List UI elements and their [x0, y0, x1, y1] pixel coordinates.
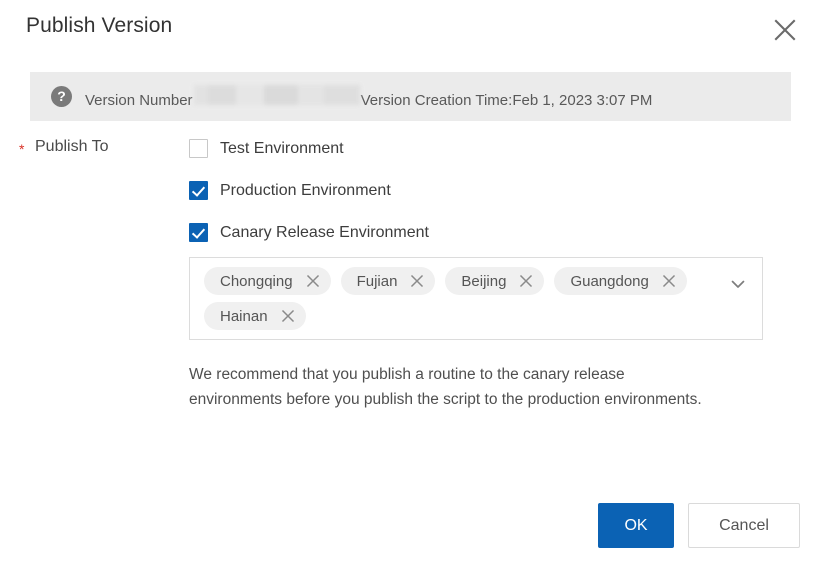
- version-info-text: Version Number Version Creation Time:Feb …: [85, 85, 652, 109]
- required-asterisk: *: [19, 142, 24, 156]
- checkbox-label-canary-release-environment: Canary Release Environment: [220, 224, 429, 242]
- version-creation-time-value: Feb 1, 2023 3:07 PM: [512, 92, 652, 109]
- checkbox-label-test-environment: Test Environment: [220, 140, 344, 158]
- close-icon: [773, 18, 797, 42]
- list-item[interactable]: Hainan: [204, 302, 306, 330]
- list-item[interactable]: Fujian: [341, 267, 436, 295]
- chevron-down-icon[interactable]: [727, 273, 749, 295]
- cancel-button[interactable]: Cancel: [688, 503, 800, 548]
- checkbox-row-canary-release-environment[interactable]: Canary Release Environment: [189, 222, 429, 243]
- list-item[interactable]: Beijing: [445, 267, 544, 295]
- tag-remove-icon-guangdong[interactable]: [661, 273, 677, 289]
- tag-label-guangdong: Guangdong: [570, 273, 648, 290]
- close-button[interactable]: [769, 14, 801, 46]
- version-info-bar: ? Version Number Version Creation Time:Fe…: [30, 72, 791, 121]
- tag-label-fujian: Fujian: [357, 273, 398, 290]
- tag-remove-icon-fujian[interactable]: [409, 273, 425, 289]
- tag-label-hainan: Hainan: [220, 308, 268, 325]
- checkbox-row-production-environment[interactable]: Production Environment: [189, 180, 429, 201]
- selected-region-tags: Chongqing Fujian Beijing: [204, 267, 716, 330]
- dialog-header: Publish Version: [0, 0, 821, 58]
- dialog-footer: OK Cancel: [598, 503, 800, 548]
- version-number-label: Version Number: [85, 92, 193, 109]
- page-title: Publish Version: [26, 14, 172, 38]
- tag-remove-icon-hainan[interactable]: [280, 308, 296, 324]
- question-mark-icon[interactable]: ?: [51, 86, 72, 107]
- checkbox-production-environment[interactable]: [189, 181, 208, 200]
- checkbox-row-test-environment[interactable]: Test Environment: [189, 138, 429, 159]
- canary-hint-text: We recommend that you publish a routine …: [189, 362, 709, 412]
- checkbox-label-production-environment: Production Environment: [220, 182, 391, 200]
- tag-label-beijing: Beijing: [461, 273, 506, 290]
- canary-region-select[interactable]: Chongqing Fujian Beijing: [189, 257, 763, 340]
- tag-remove-icon-beijing[interactable]: [518, 273, 534, 289]
- ok-button[interactable]: OK: [598, 503, 674, 548]
- publish-to-checkbox-group: Test Environment Production Environment …: [189, 138, 429, 243]
- checkbox-canary-release-environment[interactable]: [189, 223, 208, 242]
- publish-version-dialog: Publish Version ? Version NumberVersion …: [0, 0, 821, 561]
- publish-to-label: Publish To: [35, 138, 109, 156]
- version-number-value-redacted: [194, 85, 360, 105]
- checkbox-test-environment[interactable]: [189, 139, 208, 158]
- tag-remove-icon-chongqing[interactable]: [305, 273, 321, 289]
- list-item[interactable]: Chongqing: [204, 267, 331, 295]
- list-item[interactable]: Guangdong: [554, 267, 686, 295]
- tag-label-chongqing: Chongqing: [220, 273, 293, 290]
- version-creation-time-label: Version Creation Time:: [361, 92, 513, 109]
